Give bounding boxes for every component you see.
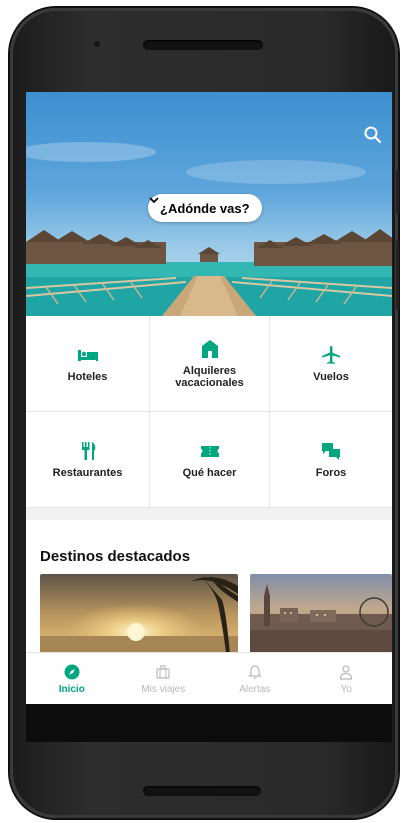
nav-label: Inicio xyxy=(58,683,85,695)
bottom-speaker xyxy=(143,786,261,796)
category-label: Alquileres vacacionales xyxy=(175,364,244,389)
power-button xyxy=(396,240,399,310)
hotel-bed-icon xyxy=(77,349,98,361)
compass-icon xyxy=(64,664,80,679)
front-camera xyxy=(94,41,100,47)
category-label: Restaurantes xyxy=(52,466,123,479)
nav-alerts[interactable]: Alertas xyxy=(209,653,301,705)
category-label: Hoteles xyxy=(67,370,108,383)
category-restaurants[interactable]: Restaurantes xyxy=(26,412,150,508)
section-divider xyxy=(26,508,392,520)
city-skyline-image xyxy=(250,574,392,652)
nav-my-trips[interactable]: Mis viajes xyxy=(118,653,210,705)
volume-button xyxy=(396,170,399,214)
device-mockup: ¿Adónde vas? Hoteles Alquileres vacacion… xyxy=(0,0,401,823)
vacation-rental-house-icon xyxy=(201,339,218,358)
destination-search-pill[interactable]: ¿Adónde vas? xyxy=(148,194,262,222)
ticket-icon xyxy=(200,445,219,457)
suitcase-icon xyxy=(156,664,170,679)
search-button[interactable] xyxy=(362,124,384,146)
section-title: Destinos destacados xyxy=(40,548,191,565)
category-label: Qué hacer xyxy=(182,466,237,479)
bottom-navigation: Inicio Mis viajes Alertas Yo xyxy=(26,652,392,705)
nav-label: Mis viajes xyxy=(141,683,186,695)
sunset-beach-image xyxy=(40,574,238,652)
app-screen: ¿Adónde vas? Hoteles Alquileres vacacion… xyxy=(26,92,392,742)
category-forums[interactable]: Foros xyxy=(270,412,392,508)
nav-label: Alertas xyxy=(239,683,271,695)
destination-card-city[interactable] xyxy=(250,574,392,652)
featured-destinations: Destinos destacados xyxy=(26,520,392,652)
bell-icon xyxy=(248,664,262,679)
fork-knife-icon xyxy=(81,441,95,460)
user-icon xyxy=(340,664,353,680)
earpiece-speaker xyxy=(143,40,263,50)
nav-label: Yo xyxy=(340,683,352,695)
airplane-icon xyxy=(322,345,340,364)
category-flights[interactable]: Vuelos xyxy=(270,316,392,412)
category-grid: Hoteles Alquileres vacacionales Vuelos R… xyxy=(26,316,392,508)
chat-bubbles-icon xyxy=(322,442,340,460)
category-label: Vuelos xyxy=(313,370,349,383)
nav-profile[interactable]: Yo xyxy=(301,653,393,705)
category-label: Foros xyxy=(315,466,347,479)
chevron-down-icon xyxy=(149,197,159,204)
destination-card-sunset[interactable] xyxy=(40,574,238,652)
destination-prompt: ¿Adónde vas? xyxy=(160,200,250,216)
category-things-to-do[interactable]: Qué hacer xyxy=(150,412,270,508)
search-icon xyxy=(364,126,382,144)
system-nav-bar xyxy=(26,704,392,742)
category-vacation-rentals[interactable]: Alquileres vacacionales xyxy=(150,316,270,412)
hero-banner: ¿Adónde vas? xyxy=(26,92,392,316)
nav-home[interactable]: Inicio xyxy=(26,653,118,705)
category-hotels[interactable]: Hoteles xyxy=(26,316,150,412)
